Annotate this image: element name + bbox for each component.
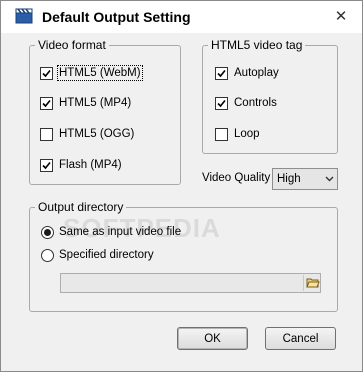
checkbox-box[interactable] xyxy=(40,66,53,80)
video-quality-select[interactable]: High xyxy=(272,168,338,190)
video-quality-value: High xyxy=(277,173,301,185)
video-quality-label: Video Quality xyxy=(202,172,271,184)
checkbox-box[interactable] xyxy=(215,66,228,80)
checkbox-label: HTML5 (OGG) xyxy=(59,128,135,140)
checkbox-html5-mp4[interactable]: HTML5 (MP4) xyxy=(40,95,131,111)
folder-open-icon[interactable] xyxy=(303,275,321,291)
radio-label: Same as input video file xyxy=(59,226,182,238)
checkbox-box[interactable] xyxy=(40,158,53,172)
checkbox-box[interactable] xyxy=(215,96,228,110)
dialog-body: SOFTPEDIA Video format HTML5 (WebM) HTML… xyxy=(1,33,362,371)
html5-video-tag-legend: HTML5 video tag xyxy=(211,38,303,52)
dialog-window: Default Output Setting ✕ SOFTPEDIA Video… xyxy=(0,0,363,372)
radio-same-as-input[interactable]: Same as input video file xyxy=(41,224,181,240)
close-icon[interactable]: ✕ xyxy=(332,7,350,25)
checkbox-controls[interactable]: Controls xyxy=(215,95,277,111)
checkbox-box[interactable] xyxy=(40,127,53,141)
checkbox-html5-webm[interactable]: HTML5 (WebM) xyxy=(40,65,143,81)
checkbox-box[interactable] xyxy=(215,127,228,141)
radio-button[interactable] xyxy=(41,248,54,262)
output-directory-legend: Output directory xyxy=(38,200,124,214)
ok-button[interactable]: OK xyxy=(177,327,248,350)
checkbox-loop[interactable]: Loop xyxy=(215,126,260,142)
window-title: Default Output Setting xyxy=(42,9,191,25)
checkbox-label: Flash (MP4) xyxy=(59,159,122,171)
directory-path-input[interactable] xyxy=(60,273,321,293)
checkbox-autoplay[interactable]: Autoplay xyxy=(215,65,279,81)
checkbox-label: Loop xyxy=(234,128,260,140)
radio-button[interactable] xyxy=(41,225,54,239)
radio-label: Specified directory xyxy=(59,249,154,261)
chevron-down-icon[interactable] xyxy=(321,176,337,182)
radio-dot xyxy=(44,228,51,236)
checkbox-label: Autoplay xyxy=(234,67,279,79)
checkbox-box[interactable] xyxy=(40,96,53,110)
cancel-button[interactable]: Cancel xyxy=(265,327,336,350)
radio-specified-directory[interactable]: Specified directory xyxy=(41,247,154,263)
checkbox-label: Controls xyxy=(234,97,277,109)
title-bar: Default Output Setting ✕ xyxy=(1,1,362,33)
checkbox-label: HTML5 (MP4) xyxy=(59,97,132,109)
checkbox-html5-ogg[interactable]: HTML5 (OGG) xyxy=(40,126,134,142)
checkbox-label: HTML5 (WebM) xyxy=(57,65,143,81)
checkbox-flash-mp4[interactable]: Flash (MP4) xyxy=(40,157,122,173)
video-clapper-icon xyxy=(15,8,33,24)
video-format-legend: Video format xyxy=(38,38,106,52)
